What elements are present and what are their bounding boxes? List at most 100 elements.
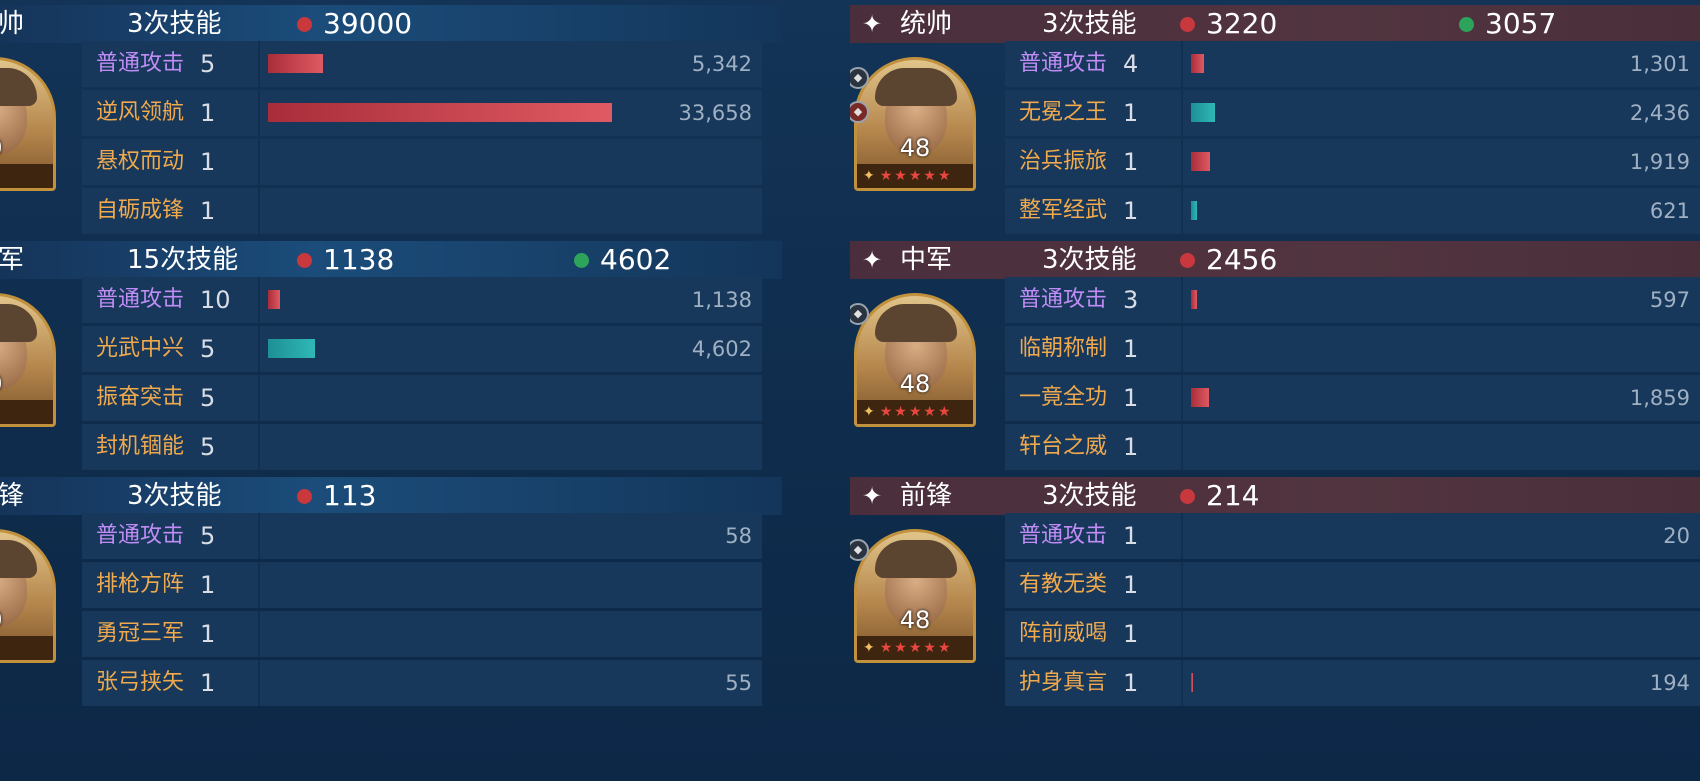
skill-count: 3次技能 bbox=[127, 9, 222, 39]
hero-section: ✦ 前锋 3次技能 214 48 ✦ ★★★★★ ◆ 普通攻击 1 20 有教无类 1 阵前威喝 1 护身真言… bbox=[850, 472, 1700, 728]
skill-row[interactable]: 普通攻击 5 58 bbox=[82, 513, 762, 559]
hero-level: 48 bbox=[899, 134, 931, 162]
skill-use-count: 1 bbox=[200, 99, 216, 127]
hero-portrait[interactable]: 48 ✦ ★★★★★ bbox=[854, 529, 976, 663]
damage-stat: 113 bbox=[297, 477, 376, 515]
skill-row[interactable]: 光武中兴 5 4,602 bbox=[82, 326, 762, 372]
section-header: ✦ 前锋 3次技能 214 bbox=[850, 477, 1700, 515]
skill-name: 张弓挟矢 bbox=[96, 670, 185, 695]
hero-stars: ✦ ★★★★★ bbox=[857, 164, 973, 188]
skill-value-bar bbox=[1191, 290, 1197, 309]
skill-row[interactable]: 临朝称制 1 bbox=[1005, 326, 1700, 372]
skill-value-bar bbox=[1191, 388, 1209, 407]
skill-name: 护身真言 bbox=[1019, 670, 1108, 695]
skill-value: 194 bbox=[1649, 671, 1690, 695]
skill-row[interactable]: 封机锢能 5 bbox=[82, 424, 762, 470]
row-divider bbox=[1181, 326, 1183, 372]
skill-use-count: 5 bbox=[200, 50, 216, 78]
skill-row[interactable]: 一竟全功 1 1,859 bbox=[1005, 375, 1700, 421]
skill-row[interactable]: 排枪方阵 1 bbox=[82, 562, 762, 608]
row-divider bbox=[1181, 277, 1183, 323]
skill-value-bar bbox=[268, 290, 280, 309]
skill-name: 一竟全功 bbox=[1019, 385, 1108, 410]
row-divider bbox=[1181, 611, 1183, 657]
section-header: ✦ 统帅 3次技能 3220 3057 bbox=[850, 5, 1700, 43]
skill-row[interactable]: 治兵振旅 1 1,919 bbox=[1005, 139, 1700, 185]
skill-value: 621 bbox=[1649, 199, 1690, 223]
skill-name: 普通攻击 bbox=[96, 523, 185, 548]
skill-row[interactable]: 普通攻击 3 597 bbox=[1005, 277, 1700, 323]
skill-value: 1,859 bbox=[1629, 386, 1690, 410]
skill-row[interactable]: 普通攻击 5 5,342 bbox=[82, 41, 762, 87]
role-label: 中军 bbox=[900, 245, 953, 275]
row-divider bbox=[258, 562, 260, 608]
skill-row[interactable]: 普通攻击 4 1,301 bbox=[1005, 41, 1700, 87]
role-label: 统帅 bbox=[900, 9, 953, 39]
hero-portrait[interactable]: 9★★★ bbox=[0, 57, 56, 191]
skill-name: 振奋突击 bbox=[96, 385, 185, 410]
skill-value: 597 bbox=[1649, 288, 1690, 312]
hero-hair bbox=[0, 68, 37, 106]
skill-row[interactable]: 悬权而动 1 bbox=[82, 139, 762, 185]
row-divider bbox=[258, 139, 260, 185]
skill-value: 1,138 bbox=[691, 288, 752, 312]
skill-use-count: 1 bbox=[1123, 99, 1139, 127]
skill-value-bar bbox=[268, 339, 315, 358]
header-star-icon: ✦ bbox=[862, 246, 883, 274]
skill-use-count: 1 bbox=[1123, 148, 1139, 176]
skill-row[interactable]: 普通攻击 1 20 bbox=[1005, 513, 1700, 559]
skill-row[interactable]: 勇冠三军 1 bbox=[82, 611, 762, 657]
section-header: ✦ 中军 3次技能 2456 bbox=[850, 241, 1700, 279]
header-star-icon: ✦ bbox=[862, 10, 883, 38]
hero-level: 48 bbox=[899, 370, 931, 398]
hero-portrait[interactable]: 48 ✦ ★★★★★ bbox=[854, 293, 976, 427]
skill-use-count: 1 bbox=[1123, 197, 1139, 225]
skill-row[interactable]: 振奋突击 5 bbox=[82, 375, 762, 421]
hero-hair bbox=[0, 304, 37, 342]
skill-row[interactable]: 阵前威喝 1 bbox=[1005, 611, 1700, 657]
skill-row[interactable]: 普通攻击 10 1,138 bbox=[82, 277, 762, 323]
skill-value-bar bbox=[1191, 54, 1204, 73]
skill-value-bar bbox=[1191, 103, 1215, 122]
row-divider bbox=[258, 660, 260, 706]
row-divider bbox=[1181, 562, 1183, 608]
row-divider bbox=[258, 90, 260, 136]
skill-name: 勇冠三军 bbox=[96, 621, 185, 646]
damage-stat: 1138 bbox=[297, 241, 394, 279]
hero-portrait[interactable]: 48 ✦ ★★★★★ bbox=[854, 57, 976, 191]
skill-row[interactable]: 整军经武 1 621 bbox=[1005, 188, 1700, 234]
hero-portrait[interactable]: 9★★★ bbox=[0, 293, 56, 427]
skill-use-count: 5 bbox=[200, 433, 216, 461]
hero-level: 9 bbox=[0, 606, 53, 634]
skill-row[interactable]: 轩台之威 1 bbox=[1005, 424, 1700, 470]
damage-stat: 39000 bbox=[297, 5, 412, 43]
skill-name: 悬权而动 bbox=[96, 149, 185, 174]
row-divider bbox=[258, 326, 260, 372]
skill-row[interactable]: 无冕之王 1 2,436 bbox=[1005, 90, 1700, 136]
skill-count: 3次技能 bbox=[127, 481, 222, 511]
skill-use-count: 1 bbox=[1123, 669, 1139, 697]
heal-stat: 4602 bbox=[574, 241, 671, 279]
skill-use-count: 5 bbox=[200, 335, 216, 363]
hero-portrait[interactable]: 9★★★ bbox=[0, 529, 56, 663]
role-label: 帅 bbox=[0, 9, 25, 39]
star-rating: ★★★★★ bbox=[879, 404, 953, 420]
skill-name: 普通攻击 bbox=[1019, 51, 1108, 76]
awaken-icon: ✦ bbox=[863, 404, 877, 420]
role-label: 锋 bbox=[0, 481, 25, 511]
skill-row[interactable]: 有教无类 1 bbox=[1005, 562, 1700, 608]
skill-row[interactable]: 护身真言 1 194 bbox=[1005, 660, 1700, 706]
skill-use-count: 5 bbox=[200, 522, 216, 550]
skill-row[interactable]: 自砺成锋 1 bbox=[82, 188, 762, 234]
skill-value: 1,301 bbox=[1629, 52, 1690, 76]
hero-section: 军 15次技能 1138 4602 9★★★ 普通攻击 10 1,138 光武中兴 5 4,602 振… bbox=[0, 236, 850, 492]
skill-row[interactable]: 逆风领航 1 33,658 bbox=[82, 90, 762, 136]
hero-hair bbox=[875, 68, 957, 106]
skill-use-count: 10 bbox=[200, 286, 231, 314]
skill-value: 20 bbox=[1663, 524, 1690, 548]
skill-count: 15次技能 bbox=[127, 245, 239, 275]
row-divider bbox=[258, 41, 260, 87]
skill-use-count: 4 bbox=[1123, 50, 1139, 78]
skill-row[interactable]: 张弓挟矢 1 55 bbox=[82, 660, 762, 706]
hero-section: ✦ 统帅 3次技能 3220 3057 48 ✦ ★★★★★ ◆ ◆ 普通攻击 4 1,301 无冕之王 1… bbox=[850, 0, 1700, 256]
